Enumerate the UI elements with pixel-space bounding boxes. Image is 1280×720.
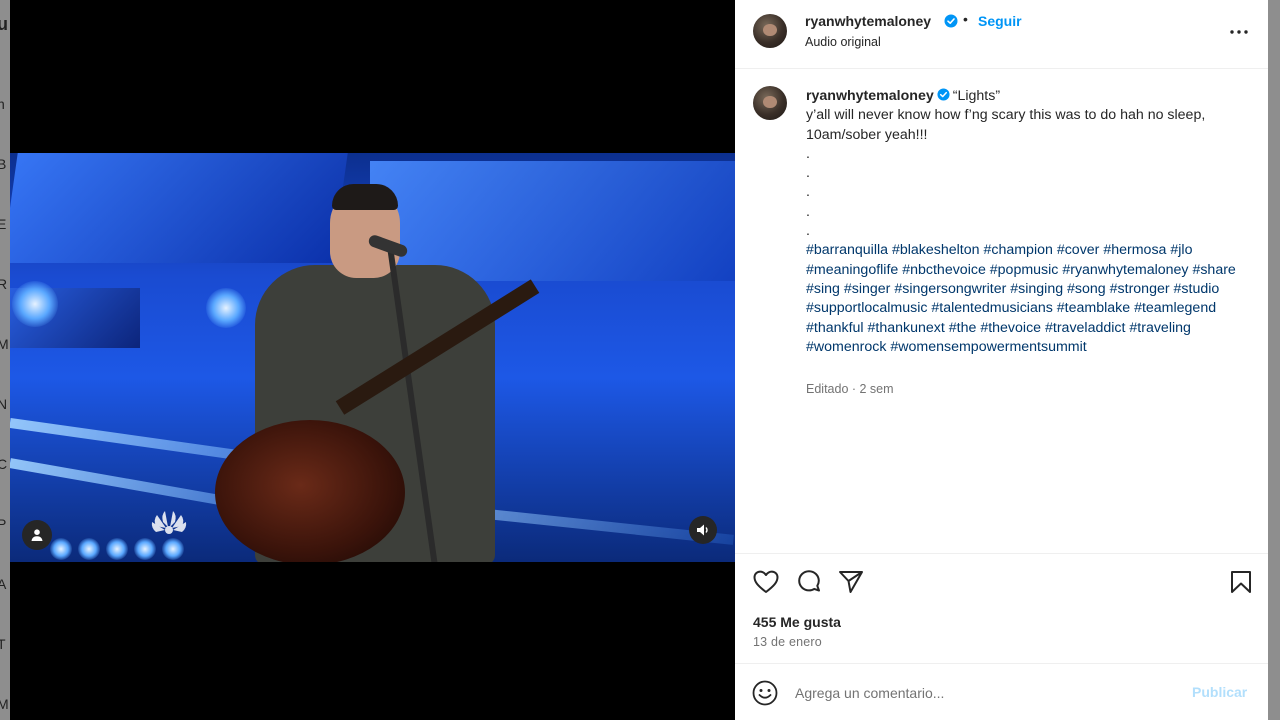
- verified-badge-icon: [944, 14, 958, 28]
- stage-panel: [10, 153, 348, 263]
- background-page-strip-right: [1268, 0, 1280, 720]
- comment-bar: Publicar: [735, 664, 1268, 720]
- media-viewer: [10, 0, 735, 720]
- backdrop-letter: E: [0, 216, 7, 232]
- stage-light: [162, 538, 184, 560]
- emoji-icon: [752, 680, 778, 706]
- username-link[interactable]: ryanwhytemaloney: [805, 13, 931, 29]
- backdrop-letter: n: [0, 96, 5, 112]
- avatar[interactable]: [753, 14, 787, 48]
- caption-dot: .: [806, 184, 810, 201]
- backdrop-letter: P: [0, 516, 7, 532]
- send-icon: [839, 571, 863, 593]
- video-player[interactable]: [10, 153, 735, 562]
- more-options-icon: [1230, 30, 1248, 34]
- caption-username[interactable]: ryanwhytemaloney: [806, 88, 934, 104]
- performer-hair: [332, 184, 398, 210]
- user-tag-button[interactable]: [22, 520, 52, 550]
- stage-light: [106, 538, 128, 560]
- likes-count[interactable]: 455 Me gusta: [753, 614, 841, 630]
- verified-badge-icon: [937, 88, 950, 101]
- caption-dot: .: [806, 165, 810, 182]
- background-page-strip: u n B E R M N C P A T M: [0, 0, 10, 720]
- comment-button[interactable]: [795, 568, 823, 596]
- stage-light: [206, 288, 246, 328]
- nbc-peacock-logo: [151, 511, 187, 534]
- separator-dot: •: [963, 11, 968, 27]
- backdrop-letter: C: [0, 456, 8, 472]
- share-button[interactable]: [837, 568, 865, 596]
- stage-light: [50, 538, 72, 560]
- post-header: ryanwhytemaloney • Seguir Audio original: [735, 0, 1268, 69]
- stage-light: [78, 538, 100, 560]
- caption-hashtags[interactable]: #barranquilla #blakeshelton #champion #c…: [806, 241, 1246, 357]
- volume-icon: [697, 524, 708, 536]
- stage-light: [134, 538, 156, 560]
- caption-meta: Editado · 2 sem: [806, 382, 894, 396]
- guitar: [215, 420, 405, 562]
- post-date[interactable]: 13 de enero: [753, 635, 822, 649]
- stage-light: [12, 281, 58, 327]
- comment-icon: [798, 570, 820, 592]
- like-button[interactable]: [752, 568, 780, 596]
- save-button[interactable]: [1227, 568, 1255, 596]
- comments-area: ryanwhytemaloney “Lights” y’all will neve…: [735, 70, 1268, 553]
- volume-button[interactable]: [689, 516, 717, 544]
- post-side-panel: ryanwhytemaloney • Seguir Audio original…: [735, 0, 1268, 720]
- backdrop-letter: M: [0, 336, 9, 352]
- caption-dot: .: [806, 145, 810, 162]
- backdrop-letter: N: [0, 396, 8, 412]
- publish-button[interactable]: Publicar: [1192, 684, 1247, 700]
- bookmark-icon: [1231, 571, 1251, 593]
- heart-icon: [753, 570, 779, 593]
- caption-title: “Lights”: [952, 88, 1001, 104]
- user-tag-icon: [31, 529, 43, 541]
- post-actions: 455 Me gusta 13 de enero: [735, 553, 1268, 664]
- emoji-button[interactable]: [752, 680, 778, 706]
- backdrop-letter: T: [0, 636, 6, 652]
- backdrop-letter: u: [0, 14, 8, 34]
- backdrop-letter: A: [0, 576, 7, 592]
- more-options-button[interactable]: [1229, 22, 1249, 42]
- backdrop-letter: M: [0, 696, 9, 712]
- audio-link[interactable]: Audio original: [805, 35, 881, 49]
- follow-button[interactable]: Seguir: [978, 13, 1022, 29]
- caption-text: y’all will never know how f’ng scary thi…: [806, 107, 1206, 143]
- post-caption: ryanwhytemaloney “Lights” y’all will neve…: [806, 87, 1246, 357]
- caption-dot: .: [806, 223, 810, 240]
- avatar[interactable]: [753, 86, 787, 120]
- caption-dot: .: [806, 203, 810, 220]
- stage-panel: [370, 161, 735, 281]
- backdrop-letter: R: [0, 276, 8, 292]
- comment-input[interactable]: [795, 681, 1175, 705]
- backdrop-letter: B: [0, 156, 7, 172]
